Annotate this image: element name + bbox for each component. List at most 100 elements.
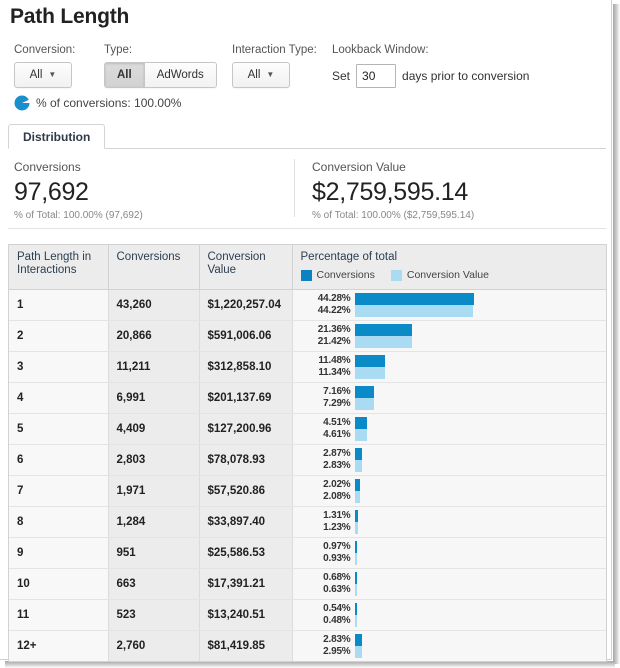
- bar-conversion-value: [355, 460, 363, 472]
- chart-legend: Conversions Conversion Value: [301, 269, 599, 282]
- table-row[interactable]: 11523$13,240.510.54%0.48%: [9, 600, 606, 631]
- metric-conversion-value-subtext: % of Total: 100.00% ($2,759,595.14): [312, 210, 594, 221]
- bar-conversions: [355, 417, 367, 429]
- cell-percentage-bars: 0.97%0.93%: [292, 538, 606, 569]
- cell-conversions: 11,211: [108, 352, 199, 383]
- table-row[interactable]: 54,409$127,200.96 4.51%4.61%: [9, 414, 606, 445]
- cell-percentage-bars: 2.83%2.95%: [292, 631, 606, 662]
- cell-conversion-value: $81,419.85: [199, 631, 292, 662]
- cell-path-length: 2: [9, 321, 108, 352]
- legend-swatch-conversion-value: [391, 270, 402, 281]
- percent-of-conversions-text: % of conversions: 100.00%: [36, 96, 181, 110]
- bar-label-conversions: 0.97%: [297, 541, 351, 553]
- bar-conversions: [355, 603, 357, 615]
- cell-percentage-bars: 21.36%21.42%: [292, 321, 606, 352]
- page-title: Path Length: [10, 5, 129, 29]
- bar-label-conversions: 4.51%: [297, 417, 351, 429]
- table-row[interactable]: 12+2,760$81,419.852.83%2.95%: [9, 631, 606, 662]
- cell-percentage-bars: 11.48%11.34%: [292, 352, 606, 383]
- cell-percentage-bars: 0.54%0.48%: [292, 600, 606, 631]
- col-header-path-length[interactable]: Path Length in Interactions: [9, 245, 108, 290]
- cell-conversion-value: $57,520.86: [199, 476, 292, 507]
- col-header-percentage-label: Percentage of total: [301, 251, 599, 264]
- cell-conversions: 1,971: [108, 476, 199, 507]
- bar-conversions: [355, 572, 357, 584]
- cell-path-length: 3: [9, 352, 108, 383]
- lookback-days-input[interactable]: [356, 64, 396, 88]
- bar-label-conversion-value: 21.42%: [297, 336, 351, 348]
- type-option-all[interactable]: All: [105, 63, 144, 87]
- table-row[interactable]: 81,284$33,897.401.31%1.23%: [9, 507, 606, 538]
- chevron-down-icon: ▼: [48, 71, 56, 79]
- table-row[interactable]: 220,866$591,006.0621.36%21.42%: [9, 321, 606, 352]
- interaction-type-label: Interaction Type:: [232, 44, 317, 56]
- cell-path-length: 5: [9, 414, 108, 445]
- tab-bar: Distribution: [8, 124, 606, 149]
- cell-path-length: 8: [9, 507, 108, 538]
- conversion-dropdown[interactable]: All ▼: [14, 62, 72, 88]
- cell-path-length: 12+: [9, 631, 108, 662]
- bar-conversion-value: [355, 522, 358, 534]
- col-header-conversions[interactable]: Conversions: [108, 245, 199, 290]
- type-filter-label: Type:: [104, 44, 217, 56]
- conversion-filter: Conversion: All ▼: [14, 44, 75, 88]
- bar-label-conversions: 1.31%: [297, 510, 351, 522]
- bar-label-conversions: 21.36%: [297, 324, 351, 336]
- bar-label-conversions: 2.02%: [297, 479, 351, 491]
- col-header-conversion-value[interactable]: Conversion Value: [199, 245, 292, 290]
- cell-percentage-bars: 2.02%2.08%: [292, 476, 606, 507]
- bar-label-conversion-value: 7.29%: [297, 398, 351, 410]
- tab-distribution[interactable]: Distribution: [8, 124, 105, 149]
- type-option-adwords[interactable]: AdWords: [144, 63, 216, 87]
- interaction-type-dropdown[interactable]: All ▼: [232, 62, 290, 88]
- interaction-type-filter: Interaction Type: All ▼: [232, 44, 317, 88]
- bar-conversions: [355, 634, 363, 646]
- bar-label-conversions: 11.48%: [297, 355, 351, 367]
- cell-conversion-value: $33,897.40: [199, 507, 292, 538]
- metric-conversion-value: Conversion Value $2,759,595.14 % of Tota…: [294, 155, 594, 225]
- metric-conversions-value: 97,692: [14, 177, 294, 207]
- cell-path-length: 6: [9, 445, 108, 476]
- cell-path-length: 4: [9, 383, 108, 414]
- cell-conversions: 2,803: [108, 445, 199, 476]
- cell-conversion-value: $127,200.96: [199, 414, 292, 445]
- table-row[interactable]: 62,803$78,078.932.87%2.83%: [9, 445, 606, 476]
- cell-conversions: 2,760: [108, 631, 199, 662]
- table-row[interactable]: 71,971$57,520.862.02%2.08%: [9, 476, 606, 507]
- frame-shadow-right: [613, 4, 620, 664]
- summary-divider: [8, 228, 606, 229]
- metric-conversion-value-label: Conversion Value: [312, 160, 594, 174]
- bar-conversion-value: [355, 553, 358, 565]
- bar-label-conversion-value: 2.08%: [297, 491, 351, 503]
- table-row[interactable]: 311,211$312,858.1011.48%11.34%: [9, 352, 606, 383]
- lookback-suffix-text: days prior to conversion: [402, 69, 529, 83]
- bar-label-conversions: 7.16%: [297, 386, 351, 398]
- bar-label-conversion-value: 4.61%: [297, 429, 351, 441]
- frame-shadow-bottom: [5, 661, 615, 668]
- chevron-down-icon: ▼: [266, 71, 274, 79]
- cell-percentage-bars: 7.16%7.29%: [292, 383, 606, 414]
- bar-conversion-value: [355, 398, 375, 410]
- cell-percentage-bars: 1.31%1.23%: [292, 507, 606, 538]
- cell-conversions: 4,409: [108, 414, 199, 445]
- bar-label-conversion-value: 11.34%: [297, 367, 351, 379]
- bar-label-conversion-value: 0.48%: [297, 615, 351, 627]
- bar-label-conversion-value: 2.95%: [297, 646, 351, 658]
- lookback-set-text: Set: [332, 69, 350, 83]
- cell-conversion-value: $78,078.93: [199, 445, 292, 476]
- table-row[interactable]: 143,260$1,220,257.0444.28%44.22%: [9, 290, 606, 321]
- bar-conversion-value: [355, 615, 357, 627]
- bar-conversions: [355, 293, 474, 305]
- bar-label-conversions: 44.28%: [297, 293, 351, 305]
- table-row[interactable]: 9951$25,586.530.97%0.93%: [9, 538, 606, 569]
- cell-conversion-value: $591,006.06: [199, 321, 292, 352]
- table-row[interactable]: 46,991$201,137.697.16%7.29%: [9, 383, 606, 414]
- bar-conversions: [355, 479, 360, 491]
- pie-chart-icon: [14, 95, 30, 111]
- cell-conversion-value: $201,137.69: [199, 383, 292, 414]
- cell-conversions: 6,991: [108, 383, 199, 414]
- table-row[interactable]: 10663$17,391.210.68%0.63%: [9, 569, 606, 600]
- bar-label-conversion-value: 2.83%: [297, 460, 351, 472]
- cell-conversion-value: $17,391.21: [199, 569, 292, 600]
- bar-conversion-value: [355, 305, 474, 317]
